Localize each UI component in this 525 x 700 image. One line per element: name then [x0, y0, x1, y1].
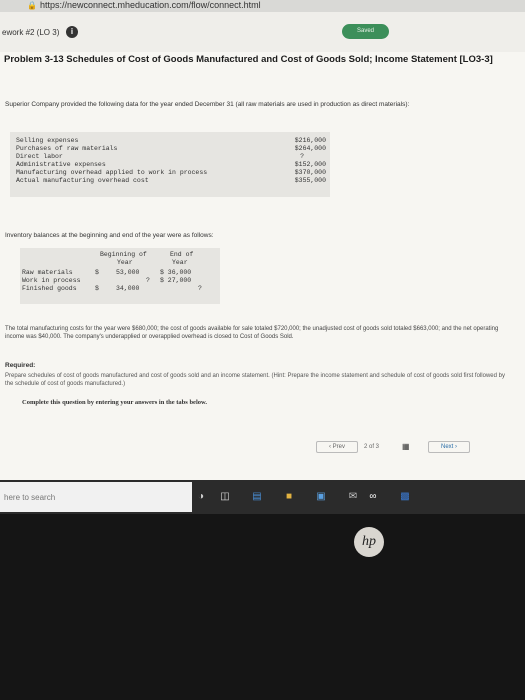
instruction-text: Complete this question by entering your …: [22, 399, 207, 406]
inventory-row-end: ?: [198, 285, 202, 292]
word-icon[interactable]: ▩: [398, 490, 412, 504]
infinity-app-icon[interactable]: ∞: [366, 490, 380, 504]
taskbar-search-placeholder: here to search: [4, 493, 56, 502]
lock-icon: 🔒: [27, 1, 37, 10]
problem-intro: Superior Company provided the following …: [5, 101, 410, 108]
table-row: Actual manufacturing overhead cost $355,…: [16, 177, 326, 185]
row-value: ?: [300, 153, 304, 160]
inventory-row-begin: 53,000: [116, 269, 140, 276]
laptop-bezel: [0, 514, 525, 700]
problem-title: Problem 3-13 Schedules of Cost of Goods …: [4, 54, 493, 65]
table-row: Manufacturing overhead applied to work i…: [16, 169, 326, 177]
inventory-row-label: Raw materials: [22, 269, 73, 276]
inventory-row-begin: 34,000: [116, 285, 140, 292]
column-header-end-year: Year: [172, 259, 188, 266]
windows-taskbar: here to search ◑ ◫ ▤ ■ ▣ ✉ ∞ ▩: [0, 480, 525, 514]
edge-browser-icon[interactable]: ▤: [250, 490, 264, 504]
inventory-row-sign: $: [95, 269, 99, 276]
grid-icon[interactable]: ▦: [402, 441, 412, 453]
row-label: Selling expenses: [16, 137, 79, 144]
summary-paragraph: The total manufacturing costs for the ye…: [5, 326, 499, 340]
table-row: Direct labor ?: [16, 153, 326, 161]
row-label: Manufacturing overhead applied to work i…: [16, 169, 208, 176]
inventory-row-sign: $: [95, 285, 99, 292]
required-text: Prepare schedules of cost of goods manuf…: [5, 373, 505, 387]
assignment-header: ework #2 (LO 3) i Saved: [0, 12, 525, 52]
row-value: $264,000: [294, 145, 326, 152]
inventory-row-end: $ 36,000: [160, 269, 192, 276]
saved-badge: Saved: [342, 24, 389, 39]
mail-icon[interactable]: ✉: [346, 490, 360, 504]
browser-url-bar[interactable]: 🔒 https://newconnect.mheducation.com/flo…: [0, 0, 525, 12]
next-button[interactable]: Next ›: [428, 441, 470, 453]
screen: ework #2 (LO 3) i Saved Problem 3-13 Sch…: [0, 12, 525, 480]
row-value: $355,000: [294, 177, 326, 184]
table-row: Administrative expenses $152,000: [16, 161, 326, 169]
row-value: $370,000: [294, 169, 326, 176]
assignment-title: ework #2 (LO 3): [2, 28, 60, 37]
page-indicator: 2 of 3: [364, 444, 380, 450]
data-table: Selling expenses $216,000 Purchases of r…: [10, 132, 330, 197]
hp-logo: hp: [354, 527, 384, 557]
row-value: $216,000: [294, 137, 326, 144]
column-header-begin: Beginning of: [100, 251, 147, 258]
row-label: Actual manufacturing overhead cost: [16, 177, 149, 184]
table-row: Purchases of raw materials $264,000: [16, 145, 326, 153]
inventory-intro: Inventory balances at the beginning and …: [5, 232, 214, 239]
prev-button[interactable]: ‹ Prev: [316, 441, 358, 453]
row-label: Direct labor: [16, 153, 63, 160]
inventory-row-label: Work in process: [22, 277, 81, 284]
inventory-row-begin: ?: [146, 277, 150, 284]
row-label: Purchases of raw materials: [16, 145, 118, 152]
microphone-icon[interactable]: ◑: [194, 490, 208, 504]
table-row: Selling expenses $216,000: [16, 137, 326, 145]
inventory-table: Beginning of Year End of Year Raw materi…: [20, 248, 220, 304]
inventory-row-end: $ 27,000: [160, 277, 192, 284]
required-heading: Required:: [5, 362, 36, 369]
row-value: $152,000: [294, 161, 326, 168]
column-header-begin-year: Year: [117, 259, 133, 266]
column-header-end: End of: [170, 251, 194, 258]
task-view-icon[interactable]: ◫: [218, 490, 232, 504]
file-explorer-icon[interactable]: ■: [282, 490, 296, 504]
prev-label: Prev: [332, 444, 345, 450]
url-text[interactable]: https://newconnect.mheducation.com/flow/…: [40, 0, 261, 11]
row-label: Administrative expenses: [16, 161, 106, 168]
info-icon[interactable]: i: [66, 26, 78, 38]
taskbar-search-box[interactable]: here to search: [0, 482, 192, 512]
inventory-row-label: Finished goods: [22, 285, 77, 292]
next-label: Next: [440, 444, 454, 450]
store-icon[interactable]: ▣: [314, 490, 328, 504]
